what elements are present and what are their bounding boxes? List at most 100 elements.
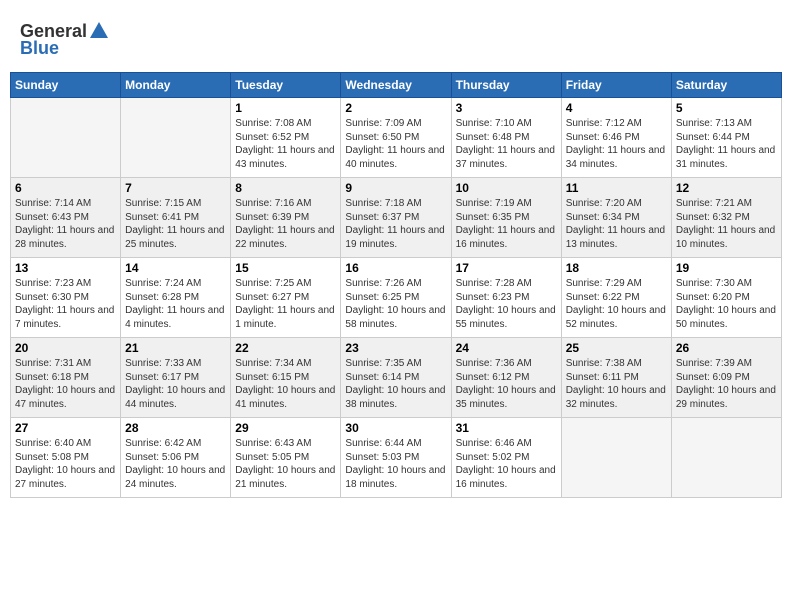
day-number: 30 xyxy=(345,421,446,435)
calendar-cell: 6Sunrise: 7:14 AMSunset: 6:43 PMDaylight… xyxy=(11,178,121,258)
day-number: 8 xyxy=(235,181,336,195)
day-number: 16 xyxy=(345,261,446,275)
calendar-cell: 27 Sunrise: 6:40 AMSunset: 5:08 PMDayligh… xyxy=(11,418,121,498)
day-info: Sunrise: 7:10 AMSunset: 6:48 PMDaylight:… xyxy=(456,117,557,171)
calendar-cell: 28Sunrise: 6:42 AMSunset: 5:06 PMDayligh… xyxy=(121,418,231,498)
day-info: Sunrise: 7:25 AMSunset: 6:27 PMDaylight:… xyxy=(235,277,336,331)
day-info: Sunrise: 7:38 AMSunset: 6:11 PMDaylight:… xyxy=(566,357,667,411)
day-info: Sunrise: 7:23 AMSunset: 6:30 PMDaylight:… xyxy=(15,277,116,331)
calendar-cell: 20 Sunrise: 7:31 AMSunset: 6:18 PMDayligh… xyxy=(11,338,121,418)
calendar-cell: 8 Sunrise: 7:16 AMSunset: 6:39 PMDaylight… xyxy=(231,178,341,258)
day-info: Sunrise: 7:19 AMSunset: 6:35 PMDaylight:… xyxy=(456,197,557,251)
calendar-cell: 16 Sunrise: 7:26 AMSunset: 6:25 PMDayligh… xyxy=(341,258,451,338)
calendar-cell: 23 Sunrise: 7:35 AMSunset: 6:14 PMDayligh… xyxy=(341,338,451,418)
calendar-cell: 11 Sunrise: 7:20 AMSunset: 6:34 PMDayligh… xyxy=(561,178,671,258)
calendar-cell: 1 Sunrise: 7:08 AMSunset: 6:52 PMDaylight… xyxy=(231,98,341,178)
calendar-week-row: 13 Sunrise: 7:23 AMSunset: 6:30 PMDayligh… xyxy=(11,258,782,338)
calendar-cell: 19 Sunrise: 7:30 AMSunset: 6:20 PMDayligh… xyxy=(671,258,781,338)
day-number: 27 xyxy=(15,421,116,435)
day-number: 6 xyxy=(15,181,116,195)
calendar-week-row: 6Sunrise: 7:14 AMSunset: 6:43 PMDaylight… xyxy=(11,178,782,258)
day-info: Sunrise: 7:34 AMSunset: 6:15 PMDaylight:… xyxy=(235,357,336,411)
day-info: Sunrise: 7:21 AMSunset: 6:32 PMDaylight:… xyxy=(676,197,777,251)
day-number: 4 xyxy=(566,101,667,115)
day-number: 10 xyxy=(456,181,557,195)
weekday-header-row: SundayMondayTuesdayWednesdayThursdayFrid… xyxy=(11,73,782,98)
calendar-cell: 24 Sunrise: 7:36 AMSunset: 6:12 PMDayligh… xyxy=(451,338,561,418)
day-info: Sunrise: 6:42 AMSunset: 5:06 PMDaylight:… xyxy=(125,437,226,491)
weekday-header-tuesday: Tuesday xyxy=(231,73,341,98)
day-number: 7 xyxy=(125,181,226,195)
day-info: Sunrise: 7:35 AMSunset: 6:14 PMDaylight:… xyxy=(345,357,446,411)
day-number: 24 xyxy=(456,341,557,355)
day-number: 15 xyxy=(235,261,336,275)
calendar-cell xyxy=(561,418,671,498)
day-number: 19 xyxy=(676,261,777,275)
calendar-table: SundayMondayTuesdayWednesdayThursdayFrid… xyxy=(10,72,782,498)
day-number: 22 xyxy=(235,341,336,355)
day-info: Sunrise: 7:36 AMSunset: 6:12 PMDaylight:… xyxy=(456,357,557,411)
day-info: Sunrise: 7:30 AMSunset: 6:20 PMDaylight:… xyxy=(676,277,777,331)
day-info: Sunrise: 6:46 AMSunset: 5:02 PMDaylight:… xyxy=(456,437,557,491)
calendar-cell: 4 Sunrise: 7:12 AMSunset: 6:46 PMDaylight… xyxy=(561,98,671,178)
day-number: 9 xyxy=(345,181,446,195)
day-info: Sunrise: 7:13 AMSunset: 6:44 PMDaylight:… xyxy=(676,117,777,171)
day-number: 23 xyxy=(345,341,446,355)
day-info: Sunrise: 6:43 AMSunset: 5:05 PMDaylight:… xyxy=(235,437,336,491)
day-info: Sunrise: 7:26 AMSunset: 6:25 PMDaylight:… xyxy=(345,277,446,331)
calendar-cell: 3 Sunrise: 7:10 AMSunset: 6:48 PMDaylight… xyxy=(451,98,561,178)
day-info: Sunrise: 7:24 AMSunset: 6:28 PMDaylight:… xyxy=(125,277,226,331)
day-info: Sunrise: 7:15 AMSunset: 6:41 PMDaylight:… xyxy=(125,197,226,251)
page-header: General Blue xyxy=(10,10,782,64)
calendar-cell: 26Sunrise: 7:39 AMSunset: 6:09 PMDayligh… xyxy=(671,338,781,418)
day-info: Sunrise: 7:08 AMSunset: 6:52 PMDaylight:… xyxy=(235,117,336,171)
day-number: 3 xyxy=(456,101,557,115)
day-number: 31 xyxy=(456,421,557,435)
day-number: 1 xyxy=(235,101,336,115)
calendar-cell: 22 Sunrise: 7:34 AMSunset: 6:15 PMDayligh… xyxy=(231,338,341,418)
day-info: Sunrise: 7:39 AMSunset: 6:09 PMDaylight:… xyxy=(676,357,777,411)
day-info: Sunrise: 7:16 AMSunset: 6:39 PMDaylight:… xyxy=(235,197,336,251)
day-number: 14 xyxy=(125,261,226,275)
day-info: Sunrise: 6:44 AMSunset: 5:03 PMDaylight:… xyxy=(345,437,446,491)
logo-blue: Blue xyxy=(20,38,59,59)
day-info: Sunrise: 7:20 AMSunset: 6:34 PMDaylight:… xyxy=(566,197,667,251)
calendar-cell xyxy=(121,98,231,178)
day-number: 11 xyxy=(566,181,667,195)
calendar-cell: 25 Sunrise: 7:38 AMSunset: 6:11 PMDayligh… xyxy=(561,338,671,418)
day-number: 25 xyxy=(566,341,667,355)
calendar-cell: 2 Sunrise: 7:09 AMSunset: 6:50 PMDaylight… xyxy=(341,98,451,178)
day-number: 17 xyxy=(456,261,557,275)
day-info: Sunrise: 7:18 AMSunset: 6:37 PMDaylight:… xyxy=(345,197,446,251)
calendar-cell: 18Sunrise: 7:29 AMSunset: 6:22 PMDayligh… xyxy=(561,258,671,338)
calendar-cell: 21 Sunrise: 7:33 AMSunset: 6:17 PMDayligh… xyxy=(121,338,231,418)
calendar-cell: 13 Sunrise: 7:23 AMSunset: 6:30 PMDayligh… xyxy=(11,258,121,338)
day-info: Sunrise: 7:31 AMSunset: 6:18 PMDaylight:… xyxy=(15,357,116,411)
weekday-header-sunday: Sunday xyxy=(11,73,121,98)
weekday-header-wednesday: Wednesday xyxy=(341,73,451,98)
day-number: 18 xyxy=(566,261,667,275)
weekday-header-friday: Friday xyxy=(561,73,671,98)
calendar-cell: 12Sunrise: 7:21 AMSunset: 6:32 PMDayligh… xyxy=(671,178,781,258)
day-number: 21 xyxy=(125,341,226,355)
weekday-header-monday: Monday xyxy=(121,73,231,98)
calendar-cell: 9 Sunrise: 7:18 AMSunset: 6:37 PMDaylight… xyxy=(341,178,451,258)
day-info: Sunrise: 7:09 AMSunset: 6:50 PMDaylight:… xyxy=(345,117,446,171)
calendar-cell: 15 Sunrise: 7:25 AMSunset: 6:27 PMDayligh… xyxy=(231,258,341,338)
calendar-cell: 30 Sunrise: 6:44 AMSunset: 5:03 PMDayligh… xyxy=(341,418,451,498)
day-number: 29 xyxy=(235,421,336,435)
calendar-week-row: 27 Sunrise: 6:40 AMSunset: 5:08 PMDayligh… xyxy=(11,418,782,498)
day-info: Sunrise: 6:40 AMSunset: 5:08 PMDaylight:… xyxy=(15,437,116,491)
day-info: Sunrise: 7:12 AMSunset: 6:46 PMDaylight:… xyxy=(566,117,667,171)
calendar-week-row: 1 Sunrise: 7:08 AMSunset: 6:52 PMDaylight… xyxy=(11,98,782,178)
day-info: Sunrise: 7:33 AMSunset: 6:17 PMDaylight:… xyxy=(125,357,226,411)
day-number: 2 xyxy=(345,101,446,115)
day-number: 13 xyxy=(15,261,116,275)
day-number: 5 xyxy=(676,101,777,115)
logo: General Blue xyxy=(20,20,110,59)
day-number: 20 xyxy=(15,341,116,355)
calendar-cell: 5 Sunrise: 7:13 AMSunset: 6:44 PMDaylight… xyxy=(671,98,781,178)
weekday-header-thursday: Thursday xyxy=(451,73,561,98)
weekday-header-saturday: Saturday xyxy=(671,73,781,98)
logo-icon xyxy=(88,20,110,42)
